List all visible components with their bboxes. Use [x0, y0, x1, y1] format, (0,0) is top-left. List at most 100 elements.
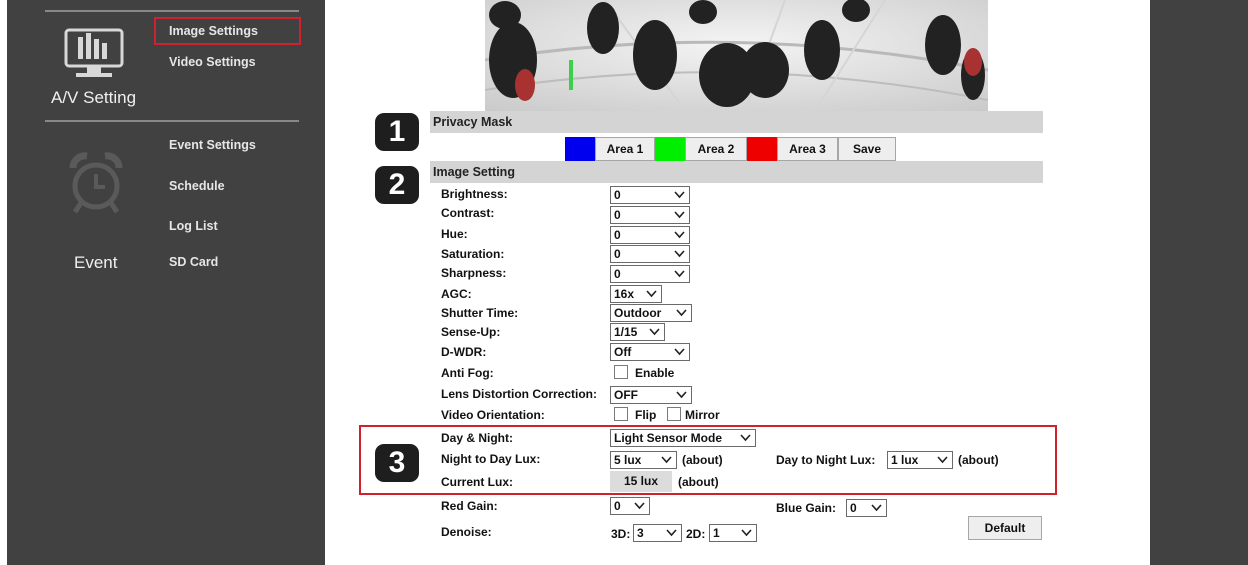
- shutter-time-select[interactable]: Outdoor: [610, 304, 692, 322]
- chevron-down-icon: [740, 434, 751, 442]
- sidebar-item-label: Image Settings: [169, 24, 258, 38]
- av-monitor-icon: [64, 28, 124, 77]
- chevron-down-icon: [937, 456, 948, 464]
- chevron-down-icon: [674, 191, 685, 199]
- chevron-down-icon: [676, 309, 687, 317]
- denoise-3d-select[interactable]: 3: [633, 524, 682, 542]
- chevron-down-icon: [871, 504, 882, 512]
- image-setting-header: Image Setting: [430, 161, 1043, 183]
- av-section-label: A/V Setting: [51, 88, 137, 107]
- chevron-down-icon: [666, 529, 677, 537]
- select-value: 1: [713, 526, 720, 540]
- d-wdr-label: D-WDR:: [441, 345, 487, 359]
- area-3-color-swatch: [747, 137, 777, 161]
- chevron-down-icon: [634, 502, 645, 510]
- save-button[interactable]: Save: [838, 137, 896, 161]
- sense-up-select[interactable]: 1/15: [610, 323, 665, 341]
- chevron-down-icon: [646, 290, 657, 298]
- red-gain-select[interactable]: 0: [610, 497, 650, 515]
- denoise-2d-select[interactable]: 1: [709, 524, 757, 542]
- day-to-night-about: (about): [958, 453, 999, 467]
- shutter-time-label: Shutter Time:: [441, 306, 519, 320]
- select-value: 5 lux: [614, 453, 642, 467]
- area-1-button[interactable]: Area 1: [595, 137, 655, 161]
- area-1-color-swatch: [565, 137, 595, 161]
- day-to-night-lux-select[interactable]: 1 lux: [887, 451, 953, 469]
- select-value: Light Sensor Mode: [614, 431, 722, 445]
- sidebar-item-schedule[interactable]: Schedule: [169, 179, 225, 193]
- hue-label: Hue:: [441, 227, 468, 241]
- current-lux-value: 15 lux: [610, 471, 672, 492]
- night-to-day-lux-select[interactable]: 5 lux: [610, 451, 677, 469]
- privacy-mask-header: Privacy Mask: [430, 111, 1043, 133]
- mirror-checkbox[interactable]: [667, 407, 681, 421]
- anti-fog-label: Anti Fog:: [441, 366, 494, 380]
- current-lux-about: (about): [678, 475, 719, 489]
- d-wdr-select[interactable]: Off: [610, 343, 690, 361]
- saturation-select[interactable]: 0: [610, 245, 690, 263]
- select-value: 1 lux: [891, 453, 919, 467]
- sense-up-label: Sense-Up:: [441, 325, 501, 339]
- select-value: 0: [850, 501, 857, 515]
- sidebar-item-log-list[interactable]: Log List: [169, 219, 218, 233]
- sharpness-label: Sharpness:: [441, 266, 507, 280]
- night-to-day-lux-label: Night to Day Lux:: [441, 452, 541, 466]
- camera-preview[interactable]: [485, 0, 988, 111]
- contrast-label: Contrast:: [441, 206, 495, 220]
- denoise-2d-label: 2D:: [686, 527, 706, 541]
- sidebar: A/V Setting Image Settings Video Setting…: [7, 0, 325, 565]
- blue-gain-select[interactable]: 0: [846, 499, 887, 517]
- select-value: 0: [614, 188, 621, 202]
- saturation-label: Saturation:: [441, 247, 505, 261]
- anti-fog-checkbox[interactable]: [614, 365, 628, 379]
- brightness-select[interactable]: 0: [610, 186, 690, 204]
- sidebar-item-image-settings[interactable]: Image Settings: [154, 17, 301, 45]
- day-night-label: Day & Night:: [441, 431, 513, 445]
- area-2-color-swatch: [655, 137, 685, 161]
- area-3-button[interactable]: Area 3: [777, 137, 838, 161]
- day-night-select[interactable]: Light Sensor Mode: [610, 429, 756, 447]
- agc-label: AGC:: [441, 287, 472, 301]
- chevron-down-icon: [674, 231, 685, 239]
- select-value: 3: [637, 526, 644, 540]
- alarm-clock-icon: [69, 152, 123, 214]
- chevron-down-icon: [676, 391, 687, 399]
- flip-checkbox[interactable]: [614, 407, 628, 421]
- anti-fog-enable-label: Enable: [635, 366, 675, 380]
- lens-distortion-select[interactable]: OFF: [610, 386, 692, 404]
- sharpness-select[interactable]: 0: [610, 265, 690, 283]
- sidebar-item-sd-card[interactable]: SD Card: [169, 255, 218, 269]
- chevron-down-icon: [674, 211, 685, 219]
- chevron-down-icon: [661, 456, 672, 464]
- event-section-label: Event: [74, 253, 118, 272]
- select-value: 0: [614, 267, 621, 281]
- sidebar-item-video-settings[interactable]: Video Settings: [169, 55, 256, 69]
- select-value: OFF: [614, 388, 638, 402]
- select-value: 0: [614, 247, 621, 261]
- red-gain-label: Red Gain:: [441, 499, 498, 513]
- select-value: Outdoor: [614, 306, 662, 320]
- brightness-label: Brightness:: [441, 187, 508, 201]
- sidebar-item-event-settings[interactable]: Event Settings: [169, 138, 256, 152]
- agc-select[interactable]: 16x: [610, 285, 662, 303]
- hue-select[interactable]: 0: [610, 226, 690, 244]
- step-badge-1: 1: [375, 113, 419, 151]
- sidebar-divider: [45, 10, 299, 12]
- flip-label: Flip: [635, 408, 657, 422]
- select-value: 0: [614, 499, 621, 513]
- contrast-select[interactable]: 0: [610, 206, 690, 224]
- denoise-3d-label: 3D:: [611, 527, 631, 541]
- step-badge-2: 2: [375, 166, 419, 204]
- right-panel: [1150, 0, 1248, 565]
- lens-distortion-label: Lens Distortion Correction:: [441, 387, 598, 401]
- denoise-label: Denoise:: [441, 525, 492, 539]
- chevron-down-icon: [649, 328, 660, 336]
- day-to-night-lux-label: Day to Night Lux:: [776, 453, 876, 467]
- mirror-label: Mirror: [685, 408, 720, 422]
- sidebar-divider: [45, 120, 299, 122]
- chevron-down-icon: [741, 529, 752, 537]
- default-button[interactable]: Default: [968, 516, 1042, 540]
- select-value: 1/15: [614, 325, 638, 339]
- area-2-button[interactable]: Area 2: [685, 137, 747, 161]
- night-to-day-about: (about): [682, 453, 723, 467]
